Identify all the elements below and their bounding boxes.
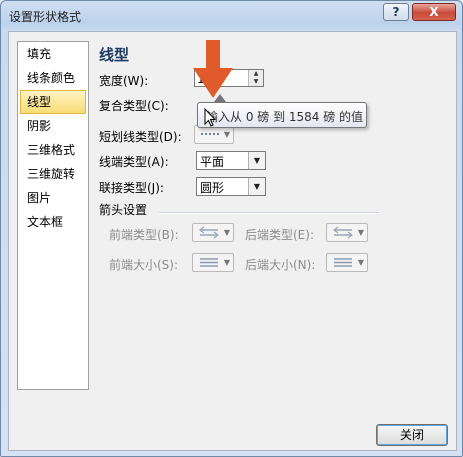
join-type-value: 圆形 (200, 181, 225, 195)
width-label: 宽度(W): (99, 74, 149, 88)
begin-size-dropdown[interactable]: ▼ (192, 253, 234, 272)
begin-type-dropdown[interactable]: ▼ (192, 223, 234, 242)
arrow-type-icon (333, 226, 353, 239)
compound-type-label: 复合类型(C): (99, 99, 169, 113)
arrow-type-icon (199, 226, 219, 239)
tooltip-text: 输入从 0 磅 到 1584 磅 的值 (206, 110, 364, 124)
mouse-cursor-icon (204, 108, 216, 127)
arrow-settings-heading: 箭头设置 (99, 203, 148, 217)
cap-type-value: 平面 (200, 155, 225, 169)
end-type-label: 后端类型(E): (245, 228, 314, 242)
close-button[interactable]: 关闭 (376, 424, 448, 446)
nav-item-3d-format[interactable]: 三维格式 (18, 138, 88, 162)
nav-item-3d-rotation[interactable]: 三维旋转 (18, 162, 88, 186)
end-size-label: 后端大小(N): (245, 258, 316, 272)
cap-type-label: 线端类型(A): (99, 155, 169, 169)
nav-item-line-style[interactable]: 线型 (20, 90, 86, 114)
dialog-client-area: 填充 线条颜色 线型 阴影 三维格式 三维旋转 图片 文本框 线型 宽度(W):… (8, 31, 457, 451)
nav-item-line-color[interactable]: 线条颜色 (18, 66, 88, 90)
title-bar[interactable]: 设置形状格式 ? X (1, 1, 462, 31)
width-spin-buttons: ▲ ▼ (248, 70, 263, 86)
nav-item-text-box[interactable]: 文本框 (18, 210, 88, 234)
begin-size-label: 前端大小(S): (109, 258, 179, 272)
width-range-tooltip: 输入从 0 磅 到 1584 磅 的值 (197, 102, 367, 128)
nav-item-shadow[interactable]: 阴影 (18, 114, 88, 138)
cap-type-dropdown[interactable]: 平面 ▼ (196, 151, 266, 170)
chevron-down-icon: ▼ (223, 258, 230, 267)
category-list: 填充 线条颜色 线型 阴影 三维格式 三维旋转 图片 文本框 (17, 41, 89, 390)
annotation-arrow-icon (193, 40, 233, 98)
help-button[interactable]: ? (383, 3, 409, 21)
end-size-dropdown[interactable]: ▼ (326, 253, 368, 272)
spin-up-icon[interactable]: ▲ (249, 70, 263, 78)
end-type-dropdown[interactable]: ▼ (326, 223, 368, 242)
chevron-down-icon: ▼ (357, 228, 364, 237)
chevron-down-icon: ▼ (223, 130, 230, 139)
chevron-down-icon: ▼ (223, 228, 230, 237)
dialog-title: 设置形状格式 (9, 10, 82, 24)
format-shape-dialog: 设置形状格式 ? X 填充 线条颜色 线型 阴影 三维格式 三维旋转 图片 文本… (0, 0, 463, 457)
chevron-down-icon[interactable]: ▼ (248, 152, 265, 169)
dash-pattern-icon (201, 133, 221, 135)
arrow-size-icon (334, 258, 352, 267)
nav-item-picture[interactable]: 图片 (18, 186, 88, 210)
chevron-down-icon: ▼ (357, 258, 364, 267)
chevron-down-icon[interactable]: ▼ (248, 178, 265, 195)
dash-type-label: 短划线类型(D): (99, 130, 182, 144)
nav-item-fill[interactable]: 填充 (18, 42, 88, 66)
join-type-dropdown[interactable]: 圆形 ▼ (196, 177, 266, 196)
join-type-label: 联接类型(J): (99, 181, 164, 195)
section-title: 线型 (99, 46, 130, 64)
spin-down-icon[interactable]: ▼ (249, 78, 263, 86)
arrow-size-icon (200, 258, 218, 267)
begin-type-label: 前端类型(B): (109, 228, 179, 242)
arrow-settings-divider (159, 212, 379, 214)
close-window-button[interactable]: X (412, 3, 456, 21)
